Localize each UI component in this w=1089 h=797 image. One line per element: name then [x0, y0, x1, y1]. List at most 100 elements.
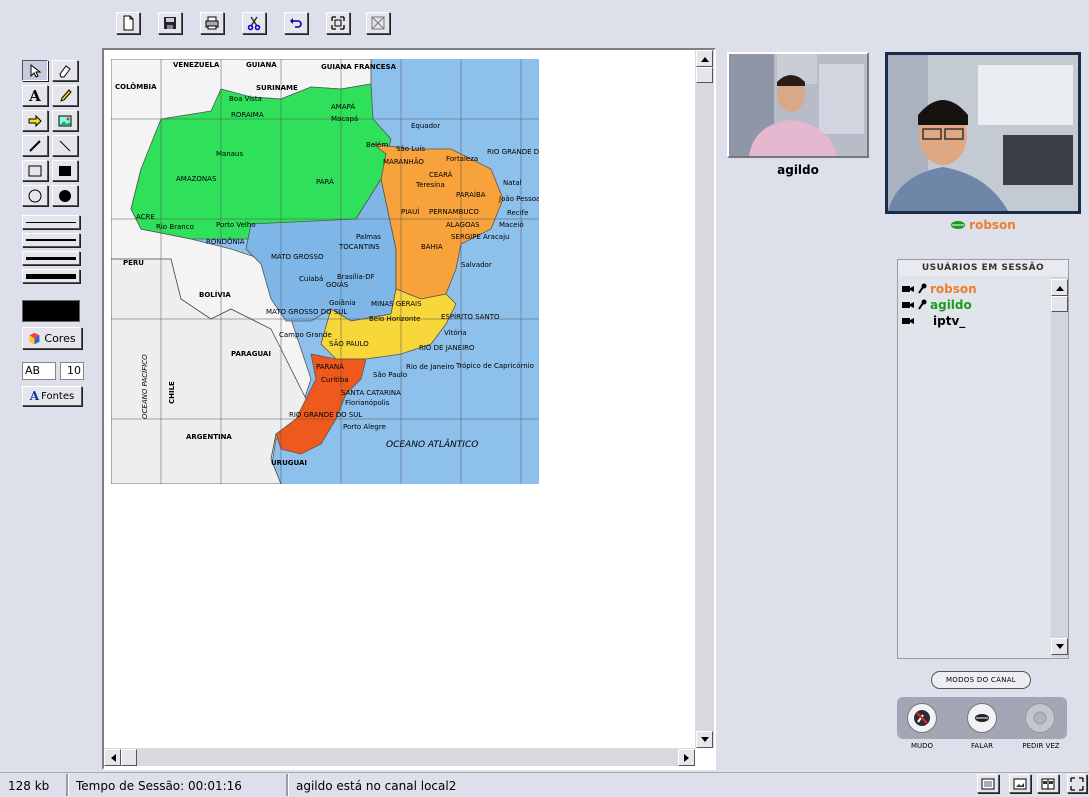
circle-filled-icon: [59, 189, 71, 202]
save-button[interactable]: [158, 12, 182, 34]
arrow-up-icon: [700, 56, 709, 62]
label-colombia: COLÔMBIA: [115, 82, 157, 91]
label-vitoria: Vitória: [444, 329, 467, 337]
text-tool[interactable]: A: [22, 85, 48, 106]
user-row-robson[interactable]: robson: [902, 281, 977, 297]
horizontal-scrollbar[interactable]: [104, 748, 695, 766]
rectangle-tool[interactable]: [22, 160, 48, 181]
freehand-line-tool[interactable]: [22, 135, 48, 156]
arrow-left-icon: [110, 753, 116, 762]
label-oceano-atlantico: OCEANO ATLÂNTICO: [386, 438, 478, 450]
select-tool[interactable]: [22, 60, 48, 81]
filled-ellipse-tool[interactable]: [52, 185, 78, 206]
arrow-tool[interactable]: [22, 110, 48, 131]
undo-button[interactable]: [284, 12, 308, 34]
label-boa-vista: Boa Vista: [229, 95, 262, 103]
pencil-tool[interactable]: [52, 85, 78, 106]
fonts-button-label: Fontes: [41, 390, 75, 402]
users-scroll-up[interactable]: [1051, 279, 1068, 296]
label-peru: PERU: [123, 259, 144, 267]
line-width-2[interactable]: [22, 233, 80, 247]
image-tool[interactable]: [52, 110, 78, 131]
status-divider: [286, 774, 289, 796]
status-session-time: Tempo de Sessão: 00:01:16: [76, 779, 242, 793]
mute-button[interactable]: [907, 703, 937, 733]
request-turn-button[interactable]: [1025, 703, 1055, 733]
speak-button[interactable]: [967, 703, 997, 733]
label-maranhao: MARANHÃO: [383, 157, 424, 166]
label-para: PARÁ: [316, 177, 334, 186]
filled-rectangle-tool[interactable]: [52, 160, 78, 181]
video-robson[interactable]: [885, 52, 1081, 214]
label-rio-grande-do-sul: RIO GRANDE DO SUL: [289, 411, 362, 419]
colors-button[interactable]: Cores: [22, 327, 82, 349]
fit-screen-icon: [331, 16, 345, 30]
cut-button[interactable]: [242, 12, 266, 34]
label-venezuela: VENEZUELA: [173, 61, 220, 69]
label-espirito-santo: ESPÍRITO SANTO: [441, 312, 500, 321]
label-equador: Equador: [411, 122, 440, 130]
line-width-4[interactable]: [22, 269, 80, 283]
ellipse-tool[interactable]: [22, 185, 48, 206]
current-color-swatch[interactable]: [22, 300, 80, 322]
webcam-feed-agildo: [729, 54, 867, 156]
users-scroll-down[interactable]: [1051, 638, 1068, 655]
layout-button-2[interactable]: [1009, 774, 1031, 793]
font-size-field[interactable]: 10: [60, 362, 84, 380]
fullscreen-toggle-button[interactable]: [1067, 774, 1087, 793]
label-goias: GOIÁS: [326, 280, 349, 289]
label-paraiba: PARAÍBA: [456, 190, 486, 199]
label-rio-branco: Rio Branco: [156, 223, 194, 231]
channel-modes-button[interactable]: MODOS DO CANAL: [931, 671, 1031, 689]
request-turn-label: PEDIR VEZ: [1022, 742, 1060, 750]
arrow-down-icon: [700, 736, 709, 742]
label-sao-paulo: SÃO PAULO: [329, 339, 369, 348]
image-icon: [58, 115, 72, 126]
label-acre: ACRE: [136, 213, 155, 221]
line-width-3[interactable]: [22, 251, 80, 265]
label-manaus: Manaus: [216, 150, 243, 158]
vertical-scroll-thumb[interactable]: [696, 67, 713, 83]
user-row-agildo[interactable]: agildo: [902, 297, 972, 313]
layout-button-1[interactable]: [977, 774, 999, 793]
print-button[interactable]: [200, 12, 224, 34]
label-belo-horizonte: Belo Horizonte: [369, 315, 420, 323]
fonts-button[interactable]: A Fontes: [22, 386, 82, 406]
scroll-up-button[interactable]: [696, 50, 713, 67]
horizontal-scroll-thumb[interactable]: [121, 749, 137, 766]
new-document-button[interactable]: [116, 12, 140, 34]
line-tool[interactable]: [52, 135, 78, 156]
arrow-down-icon: [1055, 643, 1064, 649]
text-a-icon: A: [29, 86, 41, 105]
label-teresina: Teresina: [415, 181, 445, 189]
brazil-map: VENEZUELA GUIANA GUIANA FRANCESA COLÔMBI…: [111, 59, 539, 484]
line-width-1[interactable]: [22, 215, 80, 229]
label-paraguai: PARAGUAI: [231, 350, 271, 358]
eraser-tool[interactable]: [52, 60, 78, 81]
label-amapa: AMAPÁ: [331, 102, 355, 111]
video-label-robson: robson: [969, 218, 1016, 232]
label-curitiba: Curitiba: [321, 376, 349, 384]
scroll-left-button[interactable]: [104, 749, 121, 766]
label-bahia: BAHIA: [421, 243, 443, 251]
label-aracaju: Aracaju: [483, 233, 509, 241]
video-agildo[interactable]: [727, 52, 869, 158]
label-rio-de-janeiro-city: Rio de Janeiro: [406, 363, 454, 371]
scroll-right-button[interactable]: [678, 749, 695, 766]
fit-screen-button[interactable]: [326, 12, 350, 34]
users-scroll-thumb[interactable]: [1051, 296, 1068, 312]
circle-outline-icon: [28, 189, 42, 202]
label-florianopolis: Florianópolis: [345, 399, 390, 407]
camera-icon: [902, 302, 914, 308]
user-row-iptv[interactable]: iptv_: [902, 313, 965, 329]
label-sergipe: SERGIPE: [451, 233, 481, 241]
layout-button-3[interactable]: [1037, 774, 1059, 793]
users-scrollbar[interactable]: [1051, 277, 1068, 657]
label-tropico: Trópico de Capricórnio: [455, 362, 534, 370]
fullscreen-button[interactable]: [366, 12, 390, 34]
label-uruguai: URUGUAI: [271, 459, 307, 467]
scroll-down-button[interactable]: [696, 731, 713, 748]
color-cube-icon: [30, 332, 40, 344]
vertical-scrollbar[interactable]: [695, 50, 714, 748]
label-piaui: PIAUÍ: [401, 207, 419, 216]
